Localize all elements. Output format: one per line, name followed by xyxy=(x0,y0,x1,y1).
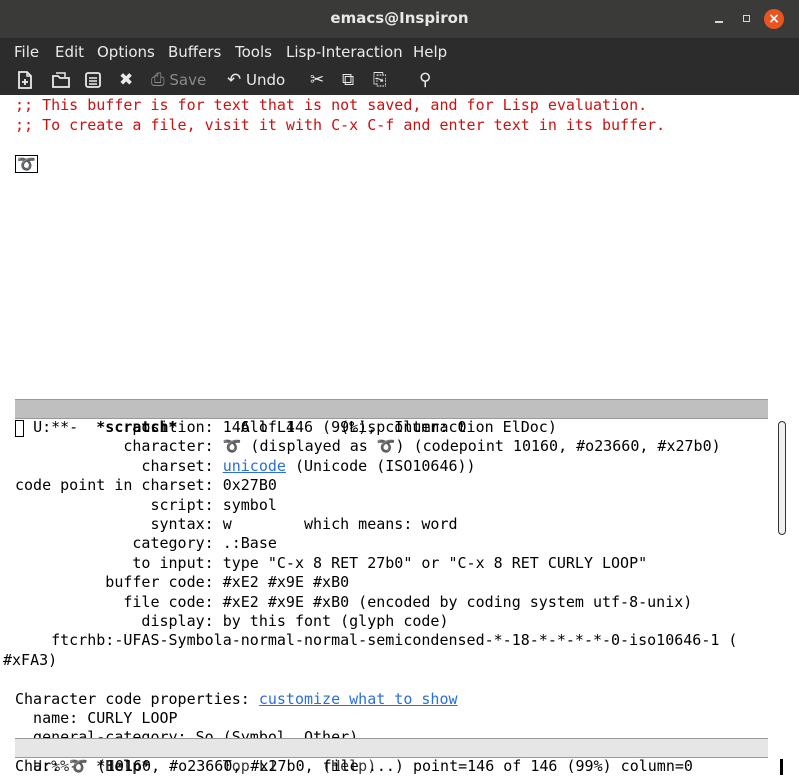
open-folder-icon xyxy=(52,72,70,88)
menu-help[interactable]: Help xyxy=(413,43,447,61)
paste-icon: ⎘ xyxy=(373,70,387,90)
cut-icon: ✂ xyxy=(310,70,325,90)
scratch-comment-2: ;; To create a file, visit it with C-x C… xyxy=(15,116,666,134)
help-codepoint: code point in charset: 0x27B0 xyxy=(15,476,277,494)
tool-bar: ✖ ⎙ Save ↶ Undo ✂ ⧉ ⎘ ⚲ xyxy=(0,66,799,95)
help-buffer[interactable]: position: 146 of 146 (99%), column: 0 ch… xyxy=(0,418,783,739)
window-title: emacs@Inspiron xyxy=(330,9,469,27)
help-charset-label: charset: xyxy=(15,457,223,475)
help-scrollbar[interactable] xyxy=(778,419,786,737)
dired-button[interactable] xyxy=(84,70,102,90)
maximize-icon[interactable] xyxy=(737,9,757,29)
scratch-comment-1: ;; This buffer is for text that is not s… xyxy=(15,96,648,114)
scratch-buffer[interactable]: ;; This buffer is for text that is not s… xyxy=(0,96,783,398)
menu-lisp-interaction[interactable]: Lisp-Interaction xyxy=(286,43,403,61)
help-scrollbar-thumb[interactable] xyxy=(778,421,786,535)
undo-button[interactable]: ↶ Undo xyxy=(227,70,285,90)
copy-button[interactable]: ⧉ xyxy=(342,70,354,90)
paste-button[interactable]: ⎘ xyxy=(373,70,387,90)
menu-tools[interactable]: Tools xyxy=(235,43,272,61)
save-icon: ⎙ xyxy=(151,70,165,90)
menu-file[interactable]: File xyxy=(14,43,39,61)
close-buffer-button[interactable]: ✖ xyxy=(119,70,133,90)
menu-bar: File Edit Options Buffers Tools Lisp-Int… xyxy=(0,38,799,66)
scratch-char-glyph: ➰ xyxy=(15,155,38,173)
help-font-cont: #xFA3) xyxy=(3,651,58,669)
help-buffer-code: buffer code: #xE2 #x9E #xB0 xyxy=(15,573,350,591)
undo-label: Undo xyxy=(246,71,286,89)
help-name: name: CURLY LOOP xyxy=(15,709,178,727)
help-file-code: file code: #xE2 #x9E #xB0 (encoded by co… xyxy=(15,593,693,611)
customize-link[interactable]: customize what to show xyxy=(259,690,458,708)
menu-buffers[interactable]: Buffers xyxy=(168,43,221,61)
mode-line-scratch[interactable]: U:**- *scratch* All L4 (Lisp Interaction… xyxy=(15,399,768,436)
help-charset: charset: unicode (Unicode (ISO10646)) xyxy=(15,457,476,476)
undo-icon: ↶ xyxy=(227,70,242,90)
scratch-char: ➰ xyxy=(15,155,38,174)
search-icon: ⚲ xyxy=(419,70,432,90)
help-charset-rest: (Unicode (ISO10646)) xyxy=(285,457,476,475)
help-category: category: .:Base xyxy=(15,534,277,552)
new-file-icon xyxy=(18,71,32,89)
menu-edit[interactable]: Edit xyxy=(55,43,84,61)
new-file-button[interactable] xyxy=(16,70,34,90)
close-buffer-icon: ✖ xyxy=(119,70,134,90)
help-font: ftcrhb:-UFAS-Symbola-normal-normal-semic… xyxy=(15,631,738,649)
echo-cursor xyxy=(780,759,783,775)
minimize-icon[interactable] xyxy=(709,9,729,29)
menu-options[interactable]: Options xyxy=(97,43,155,61)
help-script: script: symbol xyxy=(15,496,277,514)
dired-icon xyxy=(85,72,101,88)
help-position: position: 146 of 146 (99%), column: 0 xyxy=(15,418,467,436)
help-to-input: to input: type "C-x 8 RET 27b0" or "C-x … xyxy=(15,554,648,572)
title-bar: emacs@Inspiron × xyxy=(0,0,799,38)
save-button[interactable]: ⎙ Save xyxy=(151,70,206,90)
close-window-icon[interactable]: × xyxy=(764,9,784,29)
help-properties: Character code properties: customize wha… xyxy=(15,690,458,709)
help-display: display: by this font (glyph code) xyxy=(15,612,449,630)
unicode-link[interactable]: unicode xyxy=(223,457,286,475)
copy-icon: ⧉ xyxy=(342,70,355,90)
help-character: character: ➰ (displayed as ➰) (codepoint… xyxy=(15,437,721,455)
help-syntax: syntax: w which means: word xyxy=(15,515,458,533)
save-label: Save xyxy=(169,71,207,89)
mode-line-help[interactable]: U:%%- *Help* Top L1 (Help) xyxy=(15,738,768,775)
search-button[interactable]: ⚲ xyxy=(419,70,431,90)
help-point-cursor xyxy=(15,420,24,437)
open-file-button[interactable] xyxy=(51,70,71,90)
echo-area: Char: ➰ (10160, #o23660, #x27b0, file ..… xyxy=(15,757,693,775)
help-properties-label: Character code properties: xyxy=(15,690,259,708)
cut-button[interactable]: ✂ xyxy=(310,70,324,90)
